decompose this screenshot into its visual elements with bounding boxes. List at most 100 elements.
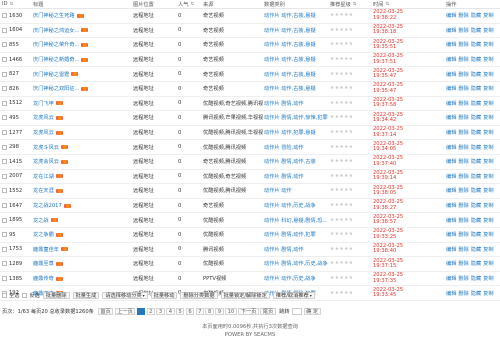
row-checkbox[interactable] xyxy=(2,246,7,252)
edit-link[interactable]: 编辑 xyxy=(446,231,456,238)
row-checkbox[interactable] xyxy=(2,232,7,238)
star-rating[interactable]: ★★★★★ xyxy=(330,28,354,33)
score-cell[interactable]: ★★★★★ xyxy=(330,24,369,38)
copy-link[interactable]: 复制 xyxy=(483,187,493,194)
copy-link[interactable]: 复制 xyxy=(483,56,493,63)
star-rating[interactable]: ★★★★★ xyxy=(330,13,354,18)
score-cell[interactable]: ★★★★★ xyxy=(330,140,369,154)
copy-link[interactable]: 复制 xyxy=(483,144,493,151)
page-number-button[interactable]: 4 xyxy=(166,307,175,315)
star-rating[interactable]: ★★★★★ xyxy=(330,291,354,296)
hide-link[interactable]: 隐藏 xyxy=(471,114,481,121)
col-id[interactable]: ID ⇅ xyxy=(2,0,32,8)
star-rating[interactable]: ★★★★★ xyxy=(330,57,354,62)
star-rating[interactable]: ★★★★★ xyxy=(330,218,354,223)
copy-link[interactable]: 复制 xyxy=(483,290,493,297)
delete-link[interactable]: 删除 xyxy=(458,231,468,238)
delete-category-data-button[interactable]: 删除分类数据 xyxy=(180,291,218,299)
row-checkbox[interactable] xyxy=(2,188,7,194)
hide-link[interactable]: 隐藏 xyxy=(471,231,481,238)
edit-link[interactable]: 编辑 xyxy=(446,290,456,297)
hide-link[interactable]: 隐藏 xyxy=(471,71,481,78)
move-category-select[interactable]: 请选择移动分类 xyxy=(102,291,148,299)
edit-link[interactable]: 编辑 xyxy=(446,27,456,34)
hide-link[interactable]: 隐藏 xyxy=(471,158,481,165)
score-cell[interactable]: ★★★★★ xyxy=(330,272,369,286)
title-link[interactable]: 龙在天涯 xyxy=(33,187,54,194)
star-rating[interactable]: ★★★★★ xyxy=(330,42,354,47)
edit-link[interactable]: 编辑 xyxy=(446,187,456,194)
star-rating[interactable]: ★★★★★ xyxy=(330,130,354,135)
copy-link[interactable]: 复制 xyxy=(483,217,493,224)
edit-link[interactable]: 编辑 xyxy=(446,202,456,209)
page-number-button[interactable]: 7 xyxy=(195,307,204,315)
score-cell[interactable]: ★★★★★ xyxy=(330,243,369,257)
row-checkbox[interactable] xyxy=(2,159,7,165)
edit-link[interactable]: 编辑 xyxy=(446,71,456,78)
invert-select-control[interactable]: 反选 xyxy=(22,292,40,299)
col-time[interactable]: 时间 ⇅ xyxy=(373,0,417,8)
score-cell[interactable]: ★★★★★ xyxy=(330,170,369,184)
title-link[interactable]: 龙虎会风云 xyxy=(33,158,59,165)
edit-link[interactable]: 编辑 xyxy=(446,114,456,121)
title-link[interactable]: 龙在江湖 xyxy=(33,173,54,180)
star-rating[interactable]: ★★★★★ xyxy=(330,115,354,120)
edit-link[interactable]: 编辑 xyxy=(446,158,456,165)
star-rating[interactable]: ★★★★★ xyxy=(330,101,354,106)
delete-link[interactable]: 删除 xyxy=(458,41,468,48)
col-hits[interactable]: 人气 ⇅ xyxy=(178,0,204,8)
hide-link[interactable]: 隐藏 xyxy=(471,129,481,136)
star-rating[interactable]: ★★★★★ xyxy=(330,159,354,164)
delete-link[interactable]: 删除 xyxy=(458,144,468,151)
delete-link[interactable]: 删除 xyxy=(458,114,468,121)
score-cell[interactable]: ★★★★★ xyxy=(330,286,369,300)
score-cell[interactable]: ★★★★★ xyxy=(330,9,369,23)
page-number-button[interactable]: 10 xyxy=(225,307,237,315)
hide-link[interactable]: 隐藏 xyxy=(471,27,481,34)
sort-icon[interactable]: ⇅ xyxy=(10,2,14,7)
delete-link[interactable]: 删除 xyxy=(458,246,468,253)
page-number-button[interactable]: 2 xyxy=(146,307,155,315)
delete-link[interactable]: 删除 xyxy=(458,217,468,224)
edit-link[interactable]: 编辑 xyxy=(446,275,456,282)
score-cell[interactable]: ★★★★★ xyxy=(330,155,369,169)
title-link[interactable]: 庆门神秘之双阳征... xyxy=(33,85,79,92)
hide-link[interactable]: 隐藏 xyxy=(471,187,481,194)
col-score[interactable]: 推荐星级 ⇅ xyxy=(330,0,369,8)
row-checkbox[interactable] xyxy=(2,27,7,33)
star-rating[interactable]: ★★★★★ xyxy=(330,174,354,179)
sort-icon[interactable]: ⇅ xyxy=(353,2,357,7)
row-checkbox[interactable] xyxy=(2,115,7,121)
hide-link[interactable]: 隐藏 xyxy=(471,217,481,224)
hide-link[interactable]: 隐藏 xyxy=(471,100,481,107)
star-rating[interactable]: ★★★★★ xyxy=(330,247,354,252)
title-link[interactable]: 龙虎风云 xyxy=(33,114,54,121)
edit-link[interactable]: 编辑 xyxy=(446,217,456,224)
copy-link[interactable]: 复制 xyxy=(483,41,493,48)
hide-link[interactable]: 隐藏 xyxy=(471,41,481,48)
row-checkbox[interactable] xyxy=(2,203,7,209)
hide-link[interactable]: 隐藏 xyxy=(471,12,481,19)
edit-link[interactable]: 编辑 xyxy=(446,173,456,180)
first-page-button[interactable]: 首页 xyxy=(97,307,114,315)
copy-link[interactable]: 复制 xyxy=(483,129,493,136)
last-page-button[interactable]: 尾页 xyxy=(260,307,276,315)
page-number-button[interactable]: 6 xyxy=(185,307,195,315)
star-rating[interactable]: ★★★★★ xyxy=(330,232,354,237)
hide-link[interactable]: 隐藏 xyxy=(471,202,481,209)
hide-link[interactable]: 隐藏 xyxy=(471,275,481,282)
prev-page-button[interactable]: 上一页 xyxy=(114,307,136,315)
edit-link[interactable]: 编辑 xyxy=(446,144,456,151)
delete-link[interactable]: 删除 xyxy=(458,85,468,92)
page-number-button[interactable]: 8 xyxy=(205,307,214,315)
edit-link[interactable]: 编辑 xyxy=(446,85,456,92)
edit-link[interactable]: 编辑 xyxy=(446,129,456,136)
hide-link[interactable]: 隐藏 xyxy=(471,246,481,253)
copy-link[interactable]: 复制 xyxy=(483,27,493,34)
star-rating[interactable]: ★★★★★ xyxy=(330,203,354,208)
hide-link[interactable]: 隐藏 xyxy=(471,85,481,92)
score-cell[interactable]: ★★★★★ xyxy=(330,126,369,140)
score-cell[interactable]: ★★★★★ xyxy=(330,82,369,96)
edit-link[interactable]: 编辑 xyxy=(446,56,456,63)
delete-link[interactable]: 删除 xyxy=(458,129,468,136)
